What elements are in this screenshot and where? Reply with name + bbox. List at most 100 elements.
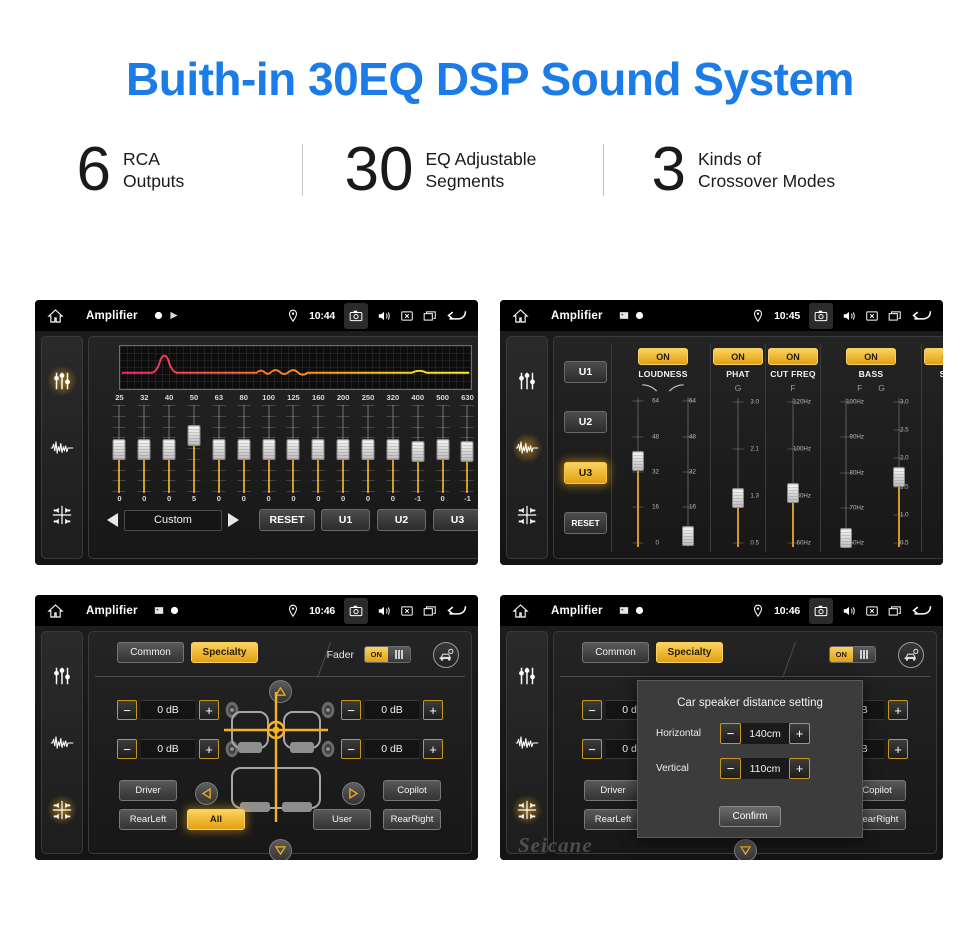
eq-slider[interactable] (430, 405, 455, 493)
sidebar-item-balance[interactable] (512, 794, 542, 825)
plus-button[interactable]: + (199, 739, 219, 759)
slider-thumb[interactable] (682, 526, 694, 547)
eq-slider-thumb[interactable] (411, 441, 425, 463)
toggle-on-button[interactable]: ON (768, 348, 818, 365)
crossover-slider[interactable]: 100Hz 90Hz 80Hz 70Hz 60Hz (823, 396, 869, 549)
preset-u3-button[interactable]: U3 (433, 509, 478, 531)
recents-icon[interactable] (888, 604, 902, 618)
home-icon[interactable] (512, 603, 529, 619)
position-rearleft-button[interactable]: RearLeft (584, 809, 642, 830)
sidebar-item-equalizer[interactable] (47, 365, 77, 396)
crossover-slider[interactable]: 120Hz 100Hz 80Hz 60Hz (770, 396, 816, 549)
crossover-slider[interactable]: 3.0 2.5 2.0 1.5 1.0 0.5 (879, 396, 919, 549)
preset-u1-button[interactable]: U1 (564, 361, 607, 384)
screenshot-button[interactable] (809, 302, 833, 329)
eq-slider-bank[interactable] (107, 405, 478, 493)
eq-slider-thumb[interactable] (311, 438, 325, 460)
slider-thumb[interactable] (632, 450, 644, 471)
eq-slider[interactable] (281, 405, 306, 493)
crossover-slider[interactable]: 20151050 (929, 396, 943, 549)
volume-icon[interactable] (377, 604, 391, 618)
crossover-slider[interactable]: 644832160 (668, 395, 708, 549)
recents-icon[interactable] (888, 309, 902, 323)
confirm-button[interactable]: Confirm (719, 806, 781, 827)
minus-button[interactable]: − (582, 700, 602, 720)
position-driver-button[interactable]: Driver (584, 780, 642, 801)
eq-slider-thumb[interactable] (137, 438, 151, 460)
eq-slider[interactable] (331, 405, 356, 493)
eq-slider[interactable] (256, 405, 281, 493)
eq-slider-thumb[interactable] (361, 438, 375, 460)
minus-button[interactable]: − (582, 739, 602, 759)
eq-slider[interactable] (306, 405, 331, 493)
eq-slider-thumb[interactable] (212, 438, 226, 460)
nav-right-button[interactable] (342, 782, 365, 805)
sidebar-item-waveform[interactable] (512, 432, 542, 463)
sidebar-item-waveform[interactable] (47, 728, 77, 758)
sidebar-item-waveform[interactable] (512, 728, 542, 758)
slider-thumb[interactable] (840, 527, 852, 548)
crossover-slider[interactable]: 644832160 (618, 395, 659, 549)
position-all-button[interactable]: All (187, 809, 245, 830)
sidebar-item-balance[interactable] (512, 500, 542, 530)
slider-thumb[interactable] (732, 488, 744, 509)
position-rearright-button[interactable]: RearRight (383, 809, 441, 830)
eq-slider[interactable] (405, 405, 430, 493)
minus-button[interactable]: − (720, 723, 741, 744)
eq-slider[interactable] (231, 405, 256, 493)
screenshot-button[interactable] (809, 597, 833, 624)
close-box-icon[interactable] (865, 309, 879, 323)
eq-slider-thumb[interactable] (460, 441, 474, 463)
triangle-right-icon[interactable] (228, 513, 239, 527)
tab-specialty[interactable]: Specialty (191, 642, 258, 663)
toggle-on-button[interactable]: ON (713, 348, 763, 365)
nav-left-button[interactable] (195, 782, 218, 805)
tab-common[interactable]: Common (582, 642, 649, 663)
volume-icon[interactable] (842, 604, 856, 618)
recents-icon[interactable] (423, 309, 437, 323)
car-settings-button[interactable] (433, 642, 459, 668)
back-arrow-icon[interactable] (911, 308, 933, 323)
preset-display[interactable]: Custom (124, 509, 222, 531)
home-icon[interactable] (512, 308, 529, 324)
close-box-icon[interactable] (400, 604, 414, 618)
eq-slider[interactable] (380, 405, 405, 493)
plus-button[interactable]: + (423, 739, 443, 759)
eq-slider[interactable] (455, 405, 478, 493)
back-arrow-icon[interactable] (446, 603, 468, 618)
eq-slider[interactable] (206, 405, 231, 493)
close-box-icon[interactable] (400, 309, 414, 323)
eq-slider[interactable] (132, 405, 157, 493)
plus-button[interactable]: + (199, 700, 219, 720)
back-arrow-icon[interactable] (446, 308, 468, 323)
eq-slider-thumb[interactable] (237, 438, 251, 460)
preset-u3-button[interactable]: U3 (564, 461, 607, 484)
preset-u2-button[interactable]: U2 (377, 509, 426, 531)
eq-slider[interactable] (356, 405, 381, 493)
sidebar-item-waveform[interactable] (47, 433, 77, 463)
volume-icon[interactable] (377, 309, 391, 323)
eq-slider-thumb[interactable] (336, 438, 350, 460)
toggle-on-button[interactable]: ON (638, 348, 688, 365)
crossover-slider[interactable]: 3.0 2.1 1.3 0.5 (718, 396, 759, 549)
car-settings-button[interactable] (898, 642, 924, 668)
minus-button[interactable]: − (720, 758, 741, 779)
eq-slider-thumb[interactable] (436, 438, 450, 460)
eq-slider[interactable] (157, 405, 182, 493)
fader-toggle[interactable]: ON (829, 646, 876, 663)
tab-specialty[interactable]: Specialty (656, 642, 723, 663)
toggle-on-button[interactable]: ON (846, 348, 896, 365)
position-copilot-button[interactable]: Copilot (383, 780, 441, 801)
plus-button[interactable]: + (888, 700, 908, 720)
plus-button[interactable]: + (888, 739, 908, 759)
eq-slider-thumb[interactable] (286, 438, 300, 460)
sidebar-item-balance[interactable] (47, 794, 77, 825)
tab-common[interactable]: Common (117, 642, 184, 663)
minus-button[interactable]: − (117, 739, 137, 759)
slider-thumb[interactable] (787, 483, 799, 504)
minus-button[interactable]: − (341, 700, 361, 720)
slider-thumb[interactable] (893, 466, 905, 487)
toggle-on-button[interactable]: ON (924, 348, 943, 365)
home-icon[interactable] (47, 603, 64, 619)
preset-u1-button[interactable]: U1 (321, 509, 370, 531)
